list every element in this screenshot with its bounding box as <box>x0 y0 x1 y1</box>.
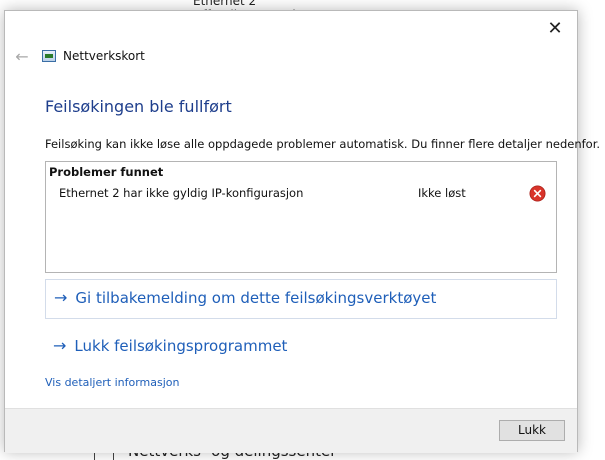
list-item[interactable]: Ethernet 2 har ikke gyldig IP-konfiguras… <box>46 184 556 204</box>
problems-header: Problemer funnet <box>49 165 164 179</box>
network-adapter-icon <box>42 50 56 62</box>
page-title: Feilsøkingen ble fullført <box>45 97 232 116</box>
description-text: Feilsøking kan ikke løse alle oppdagede … <box>45 137 601 151</box>
feedback-link-box[interactable]: → Gi tilbakemelding om dette feilsøkings… <box>45 279 557 319</box>
error-icon <box>529 185 546 202</box>
app-title: Nettverkskort <box>63 49 145 63</box>
back-arrow-icon[interactable]: ← <box>13 48 31 66</box>
feedback-link-label: Gi tilbakemelding om dette feilsøkingsve… <box>75 288 437 307</box>
dialog-footer: Lukk <box>5 408 577 453</box>
problem-status: Ikke løst <box>418 186 466 200</box>
details-link[interactable]: Vis detaljert informasjon <box>45 376 180 389</box>
problems-list: Problemer funnet Ethernet 2 har ikke gyl… <box>45 161 557 273</box>
feedback-link[interactable]: → Gi tilbakemelding om dette feilsøkings… <box>54 288 436 307</box>
close-troubleshooter-label: Lukk feilsøkingsprogrammet <box>74 336 288 355</box>
close-troubleshooter-link[interactable]: → Lukk feilsøkingsprogrammet <box>53 336 287 355</box>
background-network-name: Ethernet 2 <box>193 0 257 8</box>
close-button[interactable]: Lukk <box>499 420 565 441</box>
close-icon[interactable]: ✕ <box>543 17 567 41</box>
troubleshooter-dialog: ✕ ← Nettverkskort Feilsøkingen ble fullf… <box>4 10 600 453</box>
problem-name: Ethernet 2 har ikke gyldig IP-konfiguras… <box>59 186 304 200</box>
arrow-right-icon: → <box>53 336 67 355</box>
arrow-right-icon: → <box>54 288 68 307</box>
